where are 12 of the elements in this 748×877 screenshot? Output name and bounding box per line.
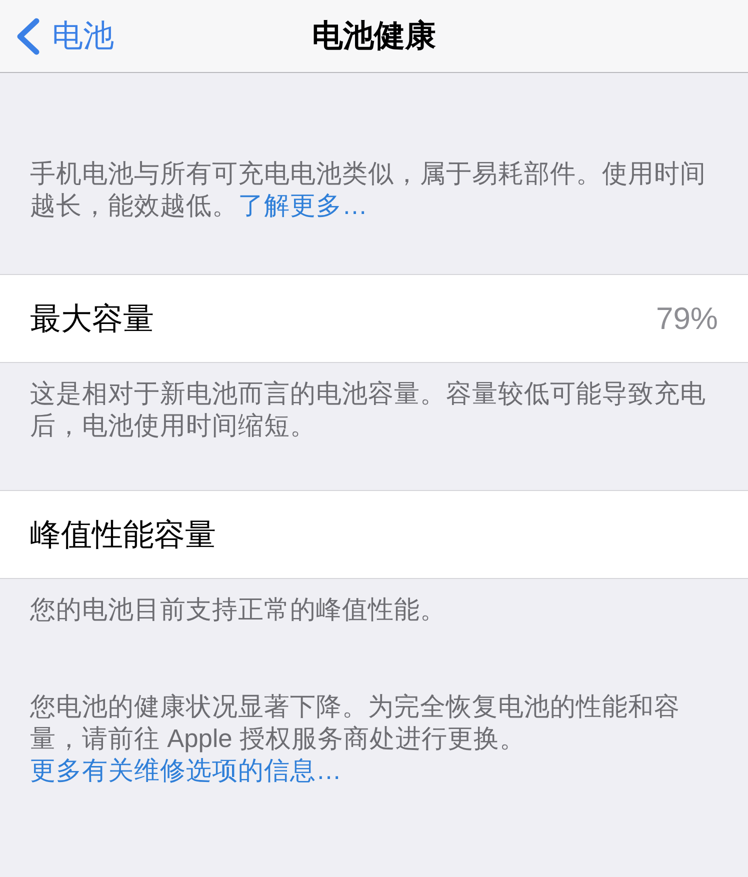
row-value: 79% xyxy=(656,300,718,336)
row-footnote: 您的电池目前支持正常的峰值性能。 xyxy=(29,595,447,626)
row-footnote: 这是相对于新电池而言的电池容量。容量较低可能导致充电后，电池使用时间缩短。 xyxy=(29,379,707,442)
row-label: 最大容量 xyxy=(30,300,154,338)
warning-text: 您电池的健康状况显著下降。为完全恢复电池的性能和容量，请前往 Apple 授权服务商处进行更换。 更多有关维修选项的信息… xyxy=(29,692,681,787)
description-text: 手机电池与所有可充电电池类似，属于易耗部件。使用时间越长，能效越低。了解更多… xyxy=(29,159,707,222)
service-info-link[interactable]: 更多有关维修选项的信息… xyxy=(30,757,342,785)
learn-more-link[interactable]: 了解更多… xyxy=(238,192,368,220)
chevron-left-icon xyxy=(16,18,40,54)
back-button[interactable]: 电池 xyxy=(16,16,136,56)
row-label: 峰值性能容量 xyxy=(30,516,216,554)
navigation-title: 电池健康 xyxy=(312,17,436,55)
